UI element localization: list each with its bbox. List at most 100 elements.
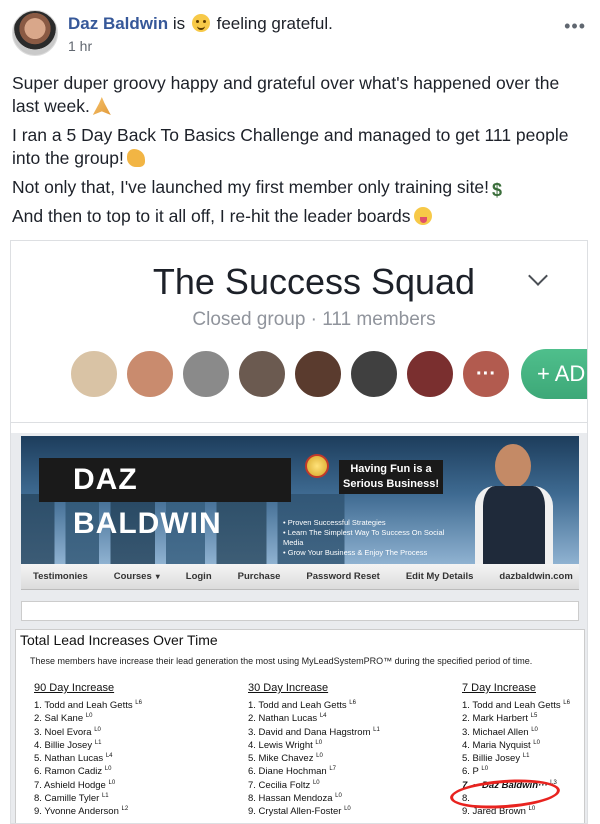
level-badge: L5 (530, 713, 538, 720)
member-avatar[interactable] (181, 349, 231, 399)
leaderboard-row: 9. Yvonne Anderson L2 (34, 806, 214, 819)
member-name: 3. David and Dana Hagstrom (248, 726, 374, 738)
level-badge: L0 (316, 753, 323, 760)
member-avatar[interactable] (237, 349, 287, 399)
member-name: 4. Billie Josey (34, 740, 95, 752)
post-paragraph: Not only that, I've launched my first me… (12, 177, 503, 200)
training-site-screenshot: DAZ BALDWIN Having Fun is a Serious Busi… (11, 433, 587, 823)
level-badge: L4 (105, 753, 113, 760)
leaderboard-row: 6. Ramon Cadiz L0 (34, 766, 214, 779)
shared-image-collage[interactable]: The Success Squad Closed group · 111 mem… (10, 240, 588, 824)
level-badge: L7 (329, 766, 337, 773)
leaderboard-row: 5. Nathan Lucas L4 (34, 753, 214, 766)
more-options-icon[interactable]: ••• (564, 16, 586, 37)
member-name: 9. Yvonne Anderson (34, 806, 122, 818)
level-badge: L1 (94, 739, 102, 746)
member-name: 7. Cecilia Foltz (248, 779, 313, 791)
leaderboard-row: 5. Mike Chavez L0 (248, 753, 428, 766)
level-badge: L0 (531, 726, 538, 733)
more-members-button[interactable]: ··· (461, 349, 511, 399)
group-title[interactable]: The Success Squad (11, 261, 587, 303)
member-name: 4. Lewis Wright (248, 740, 316, 752)
member-name: 2. Mark Harbert (462, 713, 531, 725)
banner-bullet: Proven Successful Strategies (283, 518, 463, 528)
caret-down-icon[interactable]: ▾ (156, 572, 160, 581)
level-badge: L2 (121, 806, 129, 813)
level-badge: L6 (349, 700, 356, 706)
column-heading: 7 Day Increase (462, 682, 536, 694)
member-avatar[interactable] (293, 349, 343, 399)
nav-password-reset[interactable]: Password Reset (306, 571, 379, 582)
member-avatar[interactable] (69, 349, 119, 399)
author-line: Daz Baldwin is feeling grateful. (68, 14, 333, 34)
leaderboard-row: 2. Nathan Lucas L4 (248, 713, 428, 726)
banner-name: DAZ BALDWIN (39, 458, 291, 540)
leaderboard-row: 3. Noel Evora L0 (34, 727, 214, 740)
nav-purchase[interactable]: Purchase (238, 571, 281, 582)
leaderboard-row: 1. Todd and Leah Getts L6 (462, 700, 587, 713)
member-name: 2. Nathan Lucas (248, 713, 320, 725)
nav-login[interactable]: Login (186, 571, 212, 582)
nav-edit-details[interactable]: Edit My Details (406, 571, 474, 582)
member-name: 9. Crystal Allen-Foster (248, 806, 345, 818)
nav-site-link[interactable]: dazbaldwin.com (499, 571, 572, 582)
leaderboard-row: 2. Mark Harbert L5 (462, 713, 587, 726)
member-name: 1. Todd and Leah Getts (248, 700, 350, 712)
member-name: 7. Ashield Hodge (34, 779, 109, 791)
level-badge: L0 (344, 806, 351, 813)
member-name: 3. Michael Allen (462, 726, 532, 738)
group-card: The Success Squad Closed group · 111 mem… (11, 241, 587, 423)
presenter-photo (471, 444, 553, 564)
member-name: 6. Ramon Cadiz (34, 766, 105, 778)
leaderboard-row: 5. Billie Josey L1 (462, 753, 587, 766)
post-paragraph: And then to top to it all off, I re-hit … (12, 205, 588, 228)
leaderboard-row: 6. Diane Hochman L7 (248, 766, 428, 779)
leaderboard-row: 6. P L0 (462, 766, 587, 779)
level-badge: L0 (315, 739, 323, 746)
leaderboard-row: 4. Maria Nyquist L0 (462, 739, 587, 753)
feeling-text: feeling grateful. (216, 14, 333, 33)
member-name: 5. Billie Josey (462, 753, 523, 765)
level-badge: L1 (522, 753, 530, 760)
level-badge: L0 (94, 726, 101, 733)
level-badge: L0 (85, 713, 93, 720)
author-avatar[interactable] (12, 10, 58, 56)
banner-bullets: Proven Successful Strategies Learn The S… (283, 518, 463, 558)
level-badge: L1 (101, 793, 109, 800)
nav-testimonies[interactable]: Testimonies (33, 571, 88, 582)
member-name: 5. Nathan Lucas (34, 753, 106, 765)
level-badge: L0 (533, 739, 540, 746)
member-avatars: ··· + AD (69, 349, 587, 399)
dollar-icon: $ (492, 180, 503, 200)
member-avatar[interactable] (405, 349, 455, 399)
leaderboard-row: 3. Michael Allen L0 (462, 726, 587, 740)
member-name: 1. Todd and Leah Getts (462, 700, 564, 712)
nav-courses[interactable]: Courses (114, 571, 152, 582)
level-badge: L6 (135, 700, 142, 706)
post-timestamp[interactable]: 1 hr (68, 38, 92, 54)
leaderboard: Total Lead Increases Over Time These mem… (15, 629, 587, 823)
member-name: 5. Mike Chavez (248, 753, 317, 765)
author-name-link[interactable]: Daz Baldwin (68, 14, 168, 33)
member-avatar[interactable] (349, 349, 399, 399)
folded-hands-icon (92, 97, 111, 115)
leaderboard-row: 2. Sal Kane L0 (34, 713, 214, 726)
leaderboard-row: 1. Todd and Leah Getts L6 (34, 700, 214, 713)
site-nav: Testimonies Courses ▾ Login Purchase Pas… (21, 564, 579, 590)
leaderboard-row: 4. Lewis Wright L0 (248, 740, 428, 753)
member-name: 4. Maria Nyquist (462, 740, 534, 752)
member-name: 1. Todd and Leah Getts (34, 700, 136, 712)
banner-bullet: Grow Your Business & Enjoy The Process (283, 548, 463, 558)
leaderboard-row: 7. Ashield Hodge L0 (34, 780, 214, 793)
level-badge: L0 (481, 766, 489, 773)
grinning-face-icon (191, 14, 210, 32)
leaderboard-row: 3. David and Dana Hagstrom L1 (248, 727, 428, 740)
leaderboard-row: 8. Camille Tyler L1 (34, 793, 214, 806)
member-avatar[interactable] (125, 349, 175, 399)
add-members-button[interactable]: + AD (521, 349, 587, 399)
banner-bullet: Learn The Simplest Way To Success On Soc… (283, 528, 463, 548)
banner-tagline: Having Fun is a Serious Business! (339, 460, 443, 494)
post-header: Daz Baldwin is feeling grateful. 1 hr ••… (12, 10, 592, 60)
leaderboard-subtitle: These members have increase their lead g… (30, 656, 533, 666)
level-badge: L0 (108, 779, 116, 786)
